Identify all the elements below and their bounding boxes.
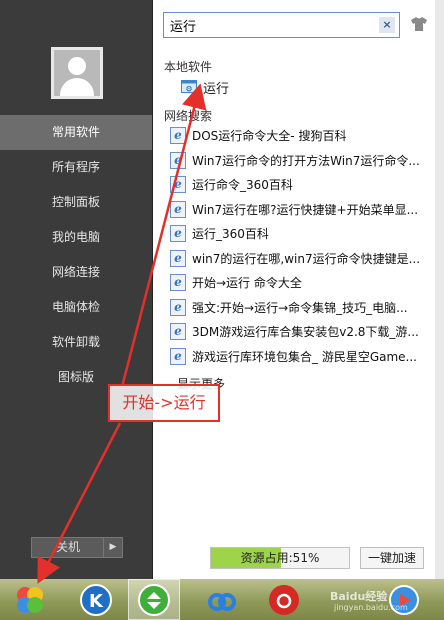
- sidebar-nav: 常用软件 所有程序 控制面板 我的电脑 网络连接 电脑体检 软件卸载 图标版: [0, 115, 152, 395]
- web-result-item[interactable]: e 游戏运行库环境包集合_ 游民星空Game...: [170, 345, 422, 370]
- web-result-title: 运行_360百科: [192, 227, 269, 241]
- web-result-item[interactable]: e DOS运行命令大全- 搜狗百科: [170, 124, 422, 149]
- ie-icon: e: [170, 274, 186, 291]
- local-run-label: 运行: [203, 82, 230, 97]
- web-results-list: e DOS运行命令大全- 搜狗百科 e Win7运行命令的打开方法Win7运行命令.…: [170, 124, 422, 369]
- web-result-item[interactable]: e 运行_360百科: [170, 222, 422, 247]
- sidebar-item-my-computer[interactable]: 我的电脑: [0, 220, 152, 255]
- web-result-title: 开始→运行 命令大全: [192, 276, 302, 290]
- web-result-title: win7的运行在哪,win7运行命令快捷键是...: [192, 251, 421, 266]
- web-result-item[interactable]: e win7的运行在哪,win7运行命令快捷键是...: [170, 247, 422, 272]
- web-result-title: 强文:开始→运行→命令集锦_技巧_电脑...: [192, 300, 408, 315]
- start-menu-left-panel: 常用软件 所有程序 控制面板 我的电脑 网络连接 电脑体检 软件卸载 图标版 关…: [0, 0, 153, 579]
- sidebar-item-uninstall[interactable]: 软件卸载: [0, 325, 152, 360]
- svg-text:⚙: ⚙: [185, 85, 192, 94]
- ie-icon: e: [170, 151, 186, 169]
- search-box[interactable]: ×: [163, 12, 400, 38]
- web-result-item[interactable]: e 运行命令_360百科: [170, 173, 422, 198]
- green-circle-arrow-icon[interactable]: [136, 582, 172, 618]
- ie-icon: e: [170, 249, 186, 267]
- ie-icon: e: [170, 225, 186, 242]
- web-result-title: Win7运行在哪?运行快捷键+开始菜单显...: [192, 202, 419, 217]
- speedup-button[interactable]: 一键加速: [360, 547, 424, 569]
- svg-text:K: K: [89, 591, 104, 612]
- watermark-logo: Baidu经验: [330, 590, 388, 603]
- sidebar-item-pc-checkup[interactable]: 电脑体检: [0, 290, 152, 325]
- ie-icon: e: [170, 323, 186, 340]
- web-result-title: DOS运行命令大全- 搜狗百科: [192, 129, 347, 143]
- avatar-body-icon: [60, 78, 94, 96]
- kuaibo-k-icon[interactable]: K: [78, 582, 114, 618]
- web-search-title: 网络搜索: [164, 109, 213, 123]
- web-result-title: 3DM游戏运行库合集安装包v2.8下载_游...: [192, 325, 419, 339]
- run-program-icon: ⚙: [181, 80, 197, 93]
- shutdown-button[interactable]: 关机 ▶: [31, 537, 123, 558]
- avatar-head-icon: [68, 57, 86, 75]
- menu-edge: [435, 0, 444, 579]
- start-orb-icon[interactable]: [12, 582, 48, 618]
- annotation-callout: 开始->运行: [108, 384, 220, 422]
- web-result-item[interactable]: e 强文:开始→运行→命令集锦_技巧_电脑...: [170, 296, 422, 321]
- shutdown-label: 关机: [55, 540, 80, 554]
- clear-search-icon[interactable]: ×: [379, 17, 395, 33]
- sidebar-item-common-software[interactable]: 常用软件: [0, 115, 152, 150]
- resource-usage-label: 资源占用:51%: [240, 551, 320, 565]
- ie-icon: e: [170, 127, 186, 144]
- start-menu-right-panel: × 本地软件 ⚙ 运行 网络搜索 e DOS运行命令大全- 搜狗百科 e Win7运…: [153, 0, 435, 579]
- annotation-text: 开始->运行: [122, 393, 206, 412]
- browser-icon[interactable]: [386, 582, 422, 618]
- sidebar-item-all-programs[interactable]: 所有程序: [0, 150, 152, 185]
- web-result-title: 运行命令_360百科: [192, 178, 293, 192]
- resource-usage-bar: 资源占用:51%: [210, 547, 350, 569]
- sidebar-item-network[interactable]: 网络连接: [0, 255, 152, 290]
- baidu-cloud-icon[interactable]: [204, 582, 240, 618]
- skin-shirt-icon[interactable]: [410, 16, 428, 32]
- sidebar-item-control-panel[interactable]: 控制面板: [0, 185, 152, 220]
- web-result-title: Win7运行命令的打开方法Win7运行命令...: [192, 153, 420, 168]
- local-software-title: 本地软件: [164, 60, 213, 74]
- web-result-title: 游戏运行库环境包集合_ 游民星空Game...: [192, 349, 417, 364]
- ie-icon: e: [170, 298, 186, 316]
- shutdown-options-arrow-icon[interactable]: ▶: [103, 538, 122, 557]
- netease-music-icon[interactable]: [266, 582, 302, 618]
- ie-icon: e: [170, 347, 186, 365]
- web-result-item[interactable]: e Win7运行命令的打开方法Win7运行命令...: [170, 149, 422, 174]
- search-input[interactable]: [170, 16, 370, 34]
- web-result-item[interactable]: e 3DM游戏运行库合集安装包v2.8下载_游...: [170, 320, 422, 345]
- web-result-item[interactable]: e Win7运行在哪?运行快捷键+开始菜单显...: [170, 198, 422, 223]
- watermark-url: jingyan.baidu.com: [334, 603, 408, 612]
- ie-icon: e: [170, 176, 186, 193]
- user-avatar[interactable]: [51, 47, 103, 99]
- ie-icon: e: [170, 200, 186, 218]
- web-result-item[interactable]: e 开始→运行 命令大全: [170, 271, 422, 296]
